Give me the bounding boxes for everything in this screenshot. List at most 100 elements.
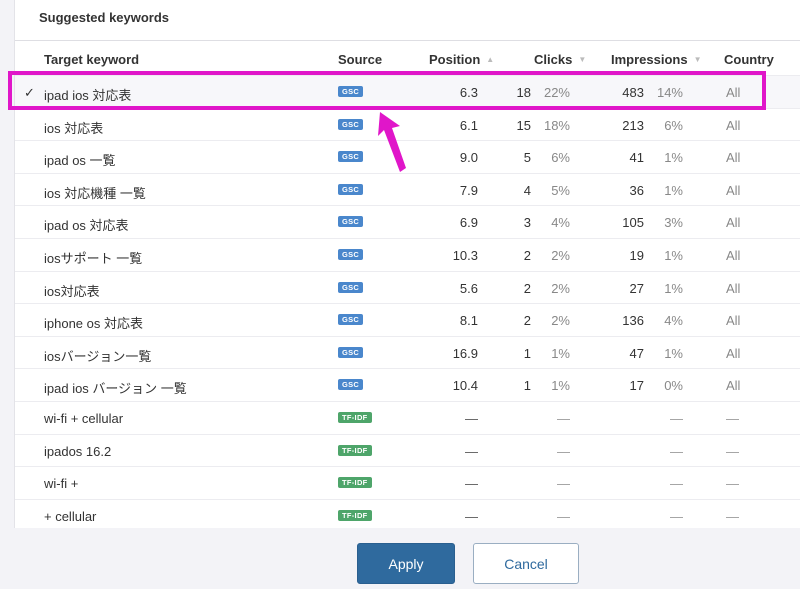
impressions-value: 41 [629,150,644,166]
keyword-text: ios 対応表 [44,120,104,136]
header-position[interactable]: Position ▲ [429,52,494,67]
impressions-percent: 14% [656,85,683,100]
sort-desc-icon[interactable]: ▼ [694,55,702,64]
clicks-value: 15 [516,117,531,133]
source-badge: GSC [338,314,364,326]
keyword-text: ipad ios 対応表 [44,88,132,103]
clicks-percent: 1% [551,378,570,394]
impressions-percent: — [670,443,683,459]
keyword-text: ipad os 対応表 [44,218,129,234]
table-row[interactable]: ipad os 一覧 GSC 9.0 5 6% 41 1% All [15,140,800,173]
clicks-percent: 18% [543,117,570,133]
header-position-label: Position [429,52,481,67]
clicks-value: 1 [523,345,531,361]
position-value: 8.1 [459,313,478,329]
table-header: Target keyword Source Position ▲ Clicks ▼ … [15,41,800,75]
header-source[interactable]: Source [338,52,382,67]
impressions-percent: 4% [664,313,683,329]
header-clicks[interactable]: Clicks ▼ [534,52,586,67]
country-value: All [726,182,741,198]
header-country[interactable]: Country [724,52,774,67]
source-badge: GSC [338,216,364,228]
source-badge: GSC [338,151,364,163]
source-badge: GSC [338,379,364,391]
position-value: 9.0 [459,150,478,166]
impressions-value: 47 [629,345,644,361]
country-value: All [726,280,741,296]
position-value: 10.3 [452,247,478,263]
keyword-text: ipad os 一覧 [44,153,116,169]
keywords-table-body: ✓ ipad ios 対応表 GSC 6.3 18 22% 483 14% Al… [15,75,800,531]
impressions-value: 19 [629,247,644,263]
clicks-percent: 2% [551,313,570,329]
country-value: All [726,117,741,133]
keyword-text: wi-fi + cellular [44,410,124,426]
clicks-value: 2 [523,247,531,263]
impressions-value: 213 [622,117,644,133]
position-value: 10.4 [452,378,478,394]
table-row[interactable]: ipados 16.2 TF-IDF — — — — [15,433,800,467]
table-row[interactable]: ios対応表 GSC 5.6 2 2% 27 1% All [15,270,800,304]
source-badge: TF-IDF [338,509,372,521]
keyword-text: ipad ios バージョン 一覧 [44,381,187,397]
clicks-percent: — [557,443,570,459]
clicks-percent: 2% [551,280,570,296]
panel-title: Suggested keywords [39,10,170,25]
clicks-percent: 4% [551,215,570,231]
table-row[interactable]: iosバージョン一覧 GSC 16.9 1 1% 47 1% All [15,335,800,369]
table-row[interactable]: + cellular TF-IDF — — — — [15,498,800,532]
header-impressions[interactable]: Impressions ▼ [611,52,702,67]
keyword-text: iosサポート 一覧 [44,250,143,266]
country-value: All [726,313,741,329]
impressions-percent: 0% [664,378,683,394]
country-value: — [726,476,739,492]
table-row[interactable]: ipad os 対応表 GSC 6.9 3 4% 105 3% All [15,205,800,238]
table-row[interactable]: ios 対応機種 一覧 GSC 7.9 4 5% 36 1% All [15,172,800,206]
impressions-percent: 3% [664,215,683,231]
header-clicks-label: Clicks [534,52,573,67]
table-row[interactable]: wi-fi + TF-IDF — — — — [15,466,800,499]
table-row[interactable]: ipad ios バージョン 一覧 GSC 10.4 1 1% 17 0% Al… [15,368,800,401]
table-row[interactable]: iosサポート 一覧 GSC 10.3 2 2% 19 1% All [15,237,800,271]
clicks-percent: 6% [551,150,570,166]
impressions-percent: 1% [664,345,683,361]
header-target-keyword[interactable]: Target keyword [44,52,139,67]
position-value: — [465,410,478,426]
source-badge: GSC [338,281,364,293]
cancel-button[interactable]: Cancel [473,543,579,584]
clicks-percent: — [557,508,570,524]
impressions-percent: — [670,410,683,426]
keyword-text: ios 対応機種 一覧 [44,185,146,201]
country-value: All [726,247,741,263]
impressions-value: 17 [629,378,644,394]
table-row[interactable]: ios 対応表 GSC 6.1 15 18% 213 6% All [15,107,800,141]
clicks-percent: — [557,410,570,426]
position-value: — [465,508,478,524]
table-row[interactable]: iphone os 対応表 GSC 8.1 2 2% 136 4% All [15,303,800,336]
sort-asc-icon[interactable]: ▲ [486,55,494,64]
clicks-percent: — [557,476,570,492]
impressions-percent: 6% [664,117,683,133]
keyword-text: ipados 16.2 [44,443,112,459]
impressions-value: 136 [622,313,644,329]
source-badge: GSC [338,346,364,358]
source-badge: GSC [338,248,364,260]
sort-desc-icon[interactable]: ▼ [578,55,586,64]
apply-button[interactable]: Apply [357,543,455,584]
clicks-value: 1 [523,378,531,394]
position-value: 7.9 [459,182,478,198]
keyword-text: ios対応表 [44,283,100,299]
position-value: 16.9 [452,345,478,361]
position-value: — [465,476,478,492]
clicks-percent: 5% [551,182,570,198]
table-row[interactable]: wi-fi + cellular TF-IDF — — — — [15,400,800,434]
suggested-keywords-panel: Suggested keywords Target keyword Source… [14,0,800,528]
country-value: — [726,443,739,459]
impressions-value: 483 [622,85,644,100]
impressions-percent: 1% [664,182,683,198]
impressions-percent: 1% [664,280,683,296]
clicks-percent: 2% [551,247,570,263]
impressions-percent: 1% [664,247,683,263]
table-row[interactable]: ✓ ipad ios 対応表 GSC 6.3 18 22% 483 14% Al… [15,75,800,108]
position-value: 6.1 [459,117,478,133]
